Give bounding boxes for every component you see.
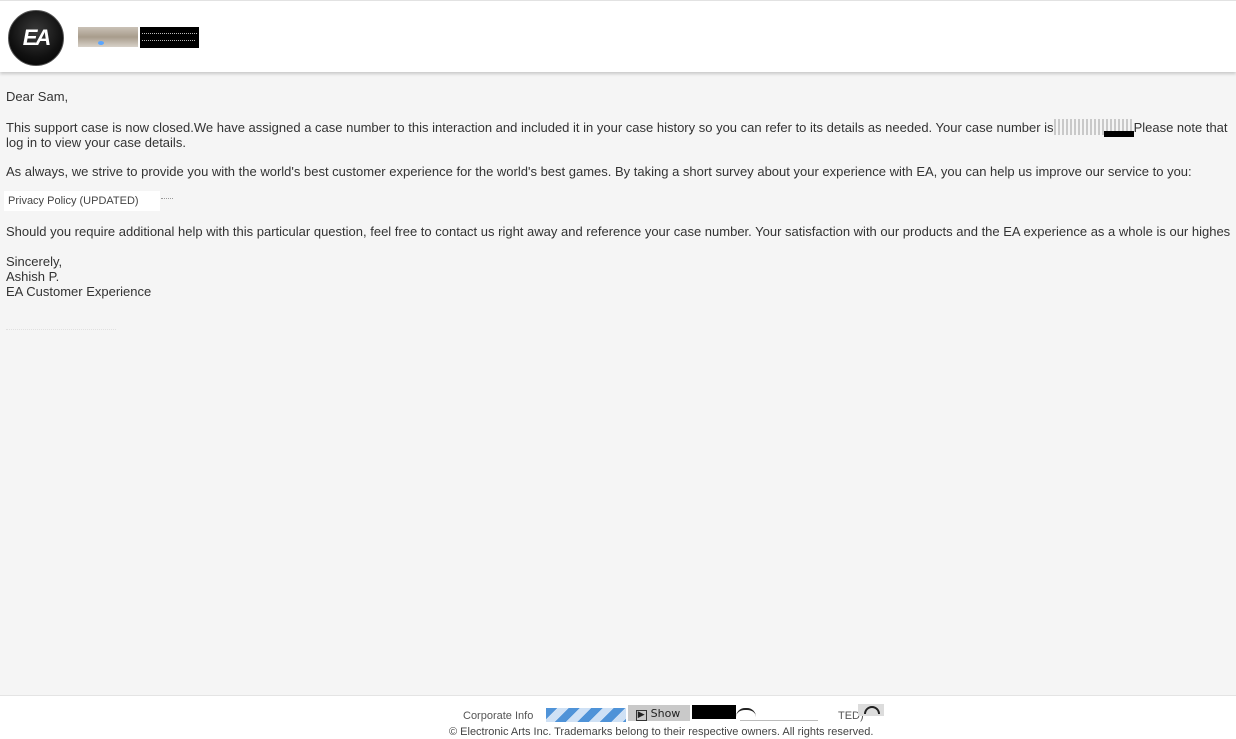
footer-arc-graphic (736, 708, 756, 717)
header-thumbnail-image (78, 27, 138, 47)
additional-help-paragraph: Should you require additional help with … (6, 224, 1231, 239)
case-number-redacted (1053, 119, 1134, 137)
signature: Sincerely, Ashish P. EA Customer Experie… (6, 254, 151, 299)
email-header: EA (0, 0, 1236, 72)
footer-redacted-block (692, 705, 736, 719)
footer-underline (740, 720, 818, 721)
corporate-info-link[interactable]: Corporate Info (463, 710, 533, 722)
show-button[interactable]: ▶ Show (628, 705, 690, 721)
play-icon: ▶ (635, 710, 647, 721)
greeting: Dear Sam, (6, 89, 69, 104)
email-footer: Corporate Info ▶ Show TED) © Electronic A… (0, 695, 1236, 739)
header-redacted-block (140, 27, 199, 48)
case-closed-text: This support case is now closed.We have … (6, 120, 1054, 135)
case-login-text: log in to view your case details. (6, 135, 186, 150)
ea-logo-text: EA (22, 25, 52, 50)
case-note-text: Please note that (1133, 120, 1228, 135)
wifi-icon (858, 704, 884, 716)
privacy-policy-link[interactable]: Privacy Policy (UPDATED) (4, 191, 160, 211)
copyright-text: © Electronic Arts Inc. Trademarks belong… (449, 726, 874, 738)
case-closed-paragraph: This support case is now closed.We have … (6, 119, 1228, 150)
dotted-separator (161, 198, 173, 200)
faint-divider (6, 329, 116, 330)
signature-name: Ashish P. (6, 269, 60, 284)
show-button-label: Show (650, 707, 681, 720)
signature-team: EA Customer Experience (6, 284, 152, 299)
ea-logo[interactable]: EA (8, 10, 64, 66)
footer-glitch-graphic (546, 708, 626, 722)
survey-paragraph: As always, we strive to provide you with… (6, 164, 1192, 179)
signature-closing: Sincerely, (6, 254, 63, 269)
